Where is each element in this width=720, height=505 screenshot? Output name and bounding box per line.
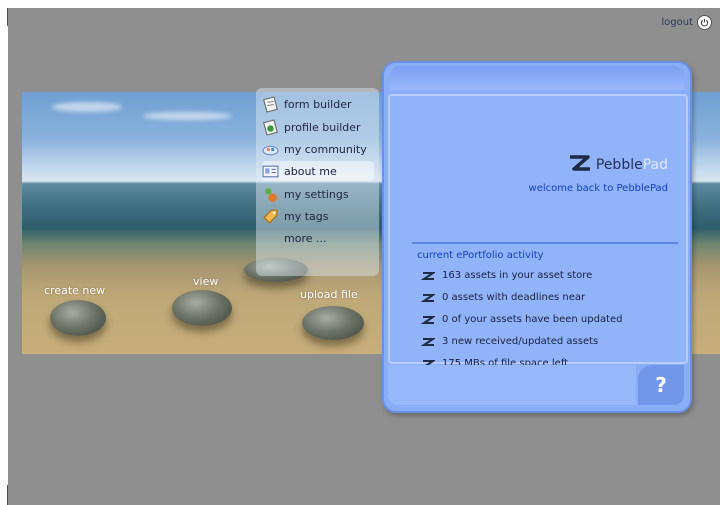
menu-item-label: form builder — [284, 97, 352, 111]
cloud — [142, 112, 232, 120]
activity-item[interactable]: 3 new received/updated assets — [421, 336, 598, 347]
id-card-icon — [262, 163, 279, 180]
menu-item-label: more ... — [284, 231, 327, 245]
menu-item-profile-builder[interactable]: profile builder — [262, 117, 374, 137]
tag-icon — [262, 208, 279, 225]
upload-file-label[interactable]: upload file — [300, 288, 358, 301]
help-button[interactable]: ? — [638, 365, 684, 405]
community-icon — [262, 141, 279, 158]
welcome-message: welcome back to PebblePad — [528, 183, 668, 194]
form-icon — [262, 95, 279, 113]
panel-header-strip — [390, 66, 684, 90]
pebblepad-logo-icon — [566, 154, 592, 176]
pebblepad-logo: PebblePad — [566, 154, 668, 176]
menu-item-my-community[interactable]: my community — [262, 139, 374, 159]
activity-item[interactable]: 0 of your assets have been updated — [421, 314, 623, 325]
activity-text: 3 new received/updated assets — [442, 336, 599, 347]
menu-item-about-me[interactable]: about me — [262, 161, 374, 181]
pebble-bullet-icon — [421, 271, 435, 280]
menu-item-more[interactable]: more ... — [262, 228, 374, 248]
pebble-bullet-icon — [421, 315, 435, 324]
panel-content: PebblePad welcome back to PebblePad curr… — [388, 94, 688, 369]
settings-icon — [262, 186, 279, 203]
menu-item-form-builder[interactable]: form builder — [262, 94, 374, 114]
brand-suffix: Pad — [642, 157, 668, 173]
activity-item[interactable]: 0 assets with deadlines near — [421, 292, 585, 303]
activity-item[interactable]: 163 assets in your asset store — [421, 270, 592, 281]
power-icon — [697, 15, 712, 30]
menu-item-my-settings[interactable]: my settings — [262, 184, 374, 204]
brand-name: Pebble — [595, 157, 643, 173]
menu-item-label: about me — [284, 164, 337, 178]
activity-text: 163 assets in your asset store — [442, 270, 593, 281]
menu-item-label: my tags — [284, 209, 329, 223]
upload-file-pebble[interactable] — [302, 306, 364, 340]
menu-item-label: my settings — [284, 187, 349, 201]
view-label[interactable]: view — [193, 275, 218, 288]
create-new-pebble[interactable] — [50, 300, 106, 336]
menu-item-my-tags[interactable]: my tags — [262, 206, 374, 226]
menu-item-label: profile builder — [284, 120, 361, 134]
panel-footer — [388, 365, 636, 405]
create-new-label[interactable]: create new — [44, 284, 105, 297]
activity-text: 0 assets with deadlines near — [442, 292, 586, 303]
activity-title: current ePortfolio activity — [417, 250, 544, 261]
view-pebble[interactable] — [172, 290, 232, 326]
left-edge — [0, 0, 9, 505]
logout-button[interactable]: logout — [661, 15, 712, 30]
menu-item-label: my community — [284, 142, 367, 156]
profile-icon — [262, 118, 279, 136]
divider — [412, 242, 678, 244]
pebble-bullet-icon — [421, 337, 435, 346]
activity-text: 0 of your assets have been updated — [442, 314, 623, 325]
logout-label: logout — [661, 17, 693, 28]
cloud — [52, 102, 122, 112]
pebble-bullet-icon — [421, 293, 435, 302]
welcome-panel: PebblePad welcome back to PebblePad curr… — [382, 61, 692, 413]
pebble-menu: form builder profile builder my communit… — [256, 88, 379, 276]
